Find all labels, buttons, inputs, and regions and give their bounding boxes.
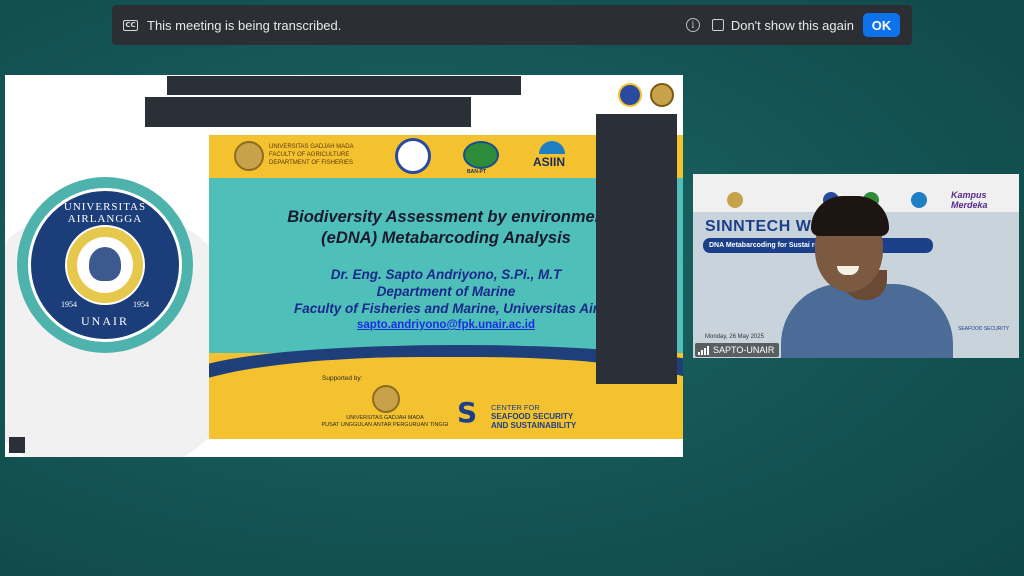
seal-bottom-text: UNAIR bbox=[81, 314, 129, 328]
banpt-logo-icon bbox=[463, 141, 499, 169]
dont-show-again-label[interactable]: Don't show this again bbox=[731, 18, 854, 33]
asiin-logo-icon bbox=[539, 141, 565, 154]
center-seafood-logo-icon: S bbox=[457, 396, 478, 429]
seal-emblem bbox=[65, 225, 145, 305]
asiin-logo-icon bbox=[911, 192, 927, 208]
ugm-logo-icon bbox=[372, 385, 400, 413]
ugm-logo-icon bbox=[650, 83, 674, 107]
participant-name-tag: SAPTO-UNAIR bbox=[695, 343, 780, 357]
ugm-header-text: UNIVERSITAS GADJAH MADA FACULTY OF AGRIC… bbox=[269, 144, 354, 166]
video-background-date: Monday, 26 May 2025 bbox=[705, 334, 764, 340]
center-seafood-text: CENTER FOR SEAFOOD SECURITY AND SUSTAINA… bbox=[491, 403, 577, 430]
banner-actions: i Don't show this again OK bbox=[685, 13, 900, 37]
video-background-logo: SEAFOOD SECURITY bbox=[958, 326, 1010, 332]
screen-corner-square bbox=[9, 437, 25, 453]
info-icon[interactable]: i bbox=[685, 18, 700, 32]
unair-seal-logo: UNIVERSITAS AIRLANGGA 1954 1954 UNAIR bbox=[28, 188, 182, 342]
banpt-label: BAN-PT bbox=[467, 169, 486, 175]
participant-name: SAPTO-UNAIR bbox=[713, 345, 775, 355]
university-logo-icon bbox=[395, 138, 431, 174]
ugm-logo-icon bbox=[727, 192, 743, 208]
dont-show-again-checkbox[interactable] bbox=[711, 19, 724, 31]
transcription-banner: CC This meeting is being transcribed. i … bbox=[112, 5, 912, 45]
closed-caption-icon: CC bbox=[123, 19, 138, 31]
supported-by-label: Supported by: bbox=[322, 375, 363, 382]
shared-screen: UNIVERSITAS AIRLANGGA 1954 1954 UNAIR UN… bbox=[5, 75, 683, 457]
ugm-support-text: UNIVERSITAS GADJAH MADA PUSAT UNGGULAN A… bbox=[321, 415, 449, 428]
participant-video[interactable]: Kampus Merdeka SINNTECH WE 25 DNA Metaba… bbox=[693, 174, 1019, 358]
redaction-bar bbox=[596, 114, 677, 384]
seal-year-right: 1954 bbox=[133, 300, 149, 309]
kampus-merdeka-logo: Kampus Merdeka bbox=[951, 190, 988, 210]
garuda-emblem-icon bbox=[77, 237, 133, 293]
asiin-label: ASIIN bbox=[533, 155, 566, 169]
ok-button[interactable]: OK bbox=[863, 13, 900, 37]
seal-year-left: 1954 bbox=[61, 300, 77, 309]
transcription-message: This meeting is being transcribed. bbox=[147, 17, 342, 33]
redaction-bar bbox=[167, 76, 521, 95]
redaction-bar bbox=[145, 97, 471, 127]
connection-signal-icon bbox=[698, 345, 709, 355]
ugm-logo-icon bbox=[234, 141, 264, 171]
seal-top-text: UNIVERSITAS AIRLANGGA bbox=[63, 201, 147, 225]
university-logo-icon bbox=[618, 83, 642, 107]
